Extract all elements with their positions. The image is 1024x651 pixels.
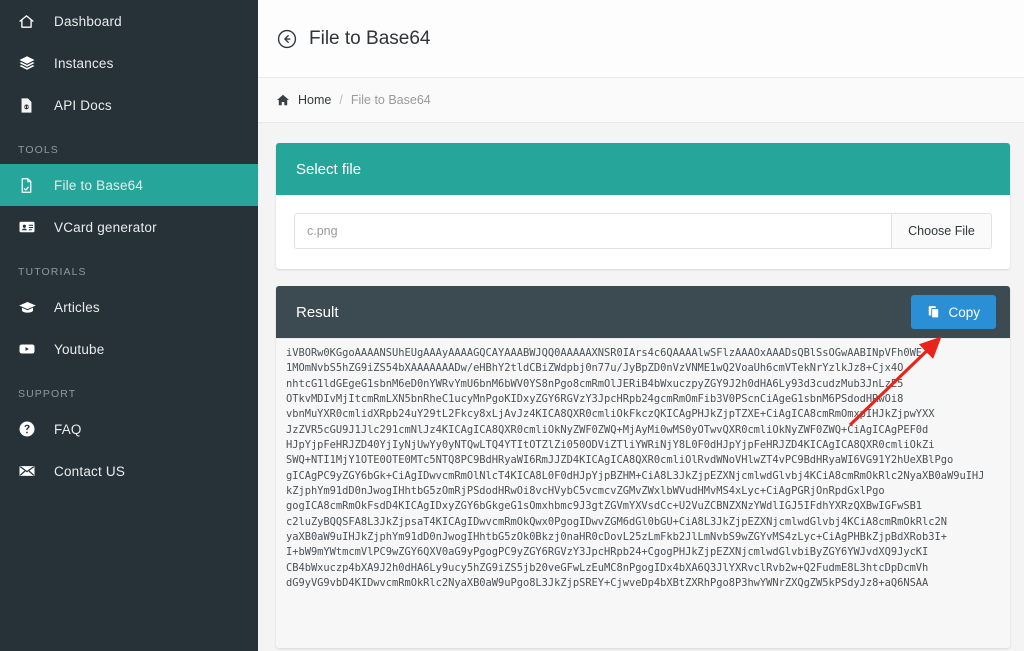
sidebar: Dashboard Instances API Docs TOOLS File … [0,0,258,651]
sidebar-section-tools: TOOLS [0,126,258,164]
result-card: Result Copy iVBORw0KGgoAAAANSUhEUgAAAyAA… [276,286,1010,648]
sidebar-item-label: Instances [44,56,114,71]
sidebar-item-api-docs[interactable]: API Docs [0,84,258,126]
sidebar-item-label: VCard generator [44,220,157,235]
result-title: Result [296,304,911,321]
content-area: Select file c.png Choose File Result [258,123,1024,648]
sidebar-item-vcard-generator[interactable]: VCard generator [0,206,258,248]
sidebar-item-instances[interactable]: Instances [0,42,258,84]
home-icon [18,13,44,30]
envelope-icon [18,462,44,480]
result-output-area[interactable]: iVBORw0KGgoAAAANSUhEUgAAAyAAAAGQCAYAAABW… [276,338,1010,648]
graduation-cap-icon [18,298,44,317]
sidebar-item-articles[interactable]: Articles [0,286,258,328]
sidebar-item-label: Contact US [44,464,125,479]
sidebar-item-label: Dashboard [44,14,122,29]
page-title: File to Base64 [298,28,430,50]
file-name-display[interactable]: c.png [295,214,891,248]
back-arrow-circle-icon[interactable] [276,28,298,50]
breadcrumb-current: File to Base64 [351,93,431,107]
sidebar-section-tutorials: TUTORIALS [0,248,258,286]
sidebar-item-label: File to Base64 [44,178,143,193]
sidebar-item-faq[interactable]: FAQ [0,408,258,450]
file-check-icon [18,177,44,194]
app-root: Dashboard Instances API Docs TOOLS File … [0,0,1024,651]
result-card-header: Result Copy [276,286,1010,338]
main-area: File to Base64 Home / File to Base64 Sel… [258,0,1024,651]
sidebar-item-contact-us[interactable]: Contact US [0,450,258,492]
select-file-title: Select file [296,161,996,178]
sidebar-item-dashboard[interactable]: Dashboard [0,0,258,42]
select-file-card-header: Select file [276,143,1010,195]
select-file-card: Select file c.png Choose File [276,143,1010,269]
home-icon [276,93,290,107]
layers-icon [18,54,44,72]
base64-output-text: iVBORw0KGgoAAAANSUhEUgAAAyAAAAGQCAYAAABW… [286,346,1000,592]
copy-icon [927,305,941,319]
breadcrumb-separator: / [331,93,350,107]
copy-button-label: Copy [948,305,980,320]
sidebar-section-support: SUPPORT [0,370,258,408]
file-code-icon [18,97,44,114]
sidebar-item-label: Articles [44,300,100,315]
breadcrumb-home-link[interactable]: Home [290,93,331,107]
sidebar-item-label: Youtube [44,342,104,357]
breadcrumb: Home / File to Base64 [258,78,1024,123]
page-header: File to Base64 [258,0,1024,78]
select-file-card-body: c.png Choose File [276,195,1010,269]
youtube-icon [18,340,44,358]
sidebar-item-label: API Docs [44,98,112,113]
choose-file-button[interactable]: Choose File [891,214,991,248]
file-input-group[interactable]: c.png Choose File [294,213,992,249]
contact-card-icon [18,218,44,236]
question-circle-icon [18,420,44,438]
sidebar-item-file-to-base64[interactable]: File to Base64 [0,164,258,206]
sidebar-item-label: FAQ [44,422,82,437]
sidebar-item-youtube[interactable]: Youtube [0,328,258,370]
copy-button[interactable]: Copy [911,295,996,329]
